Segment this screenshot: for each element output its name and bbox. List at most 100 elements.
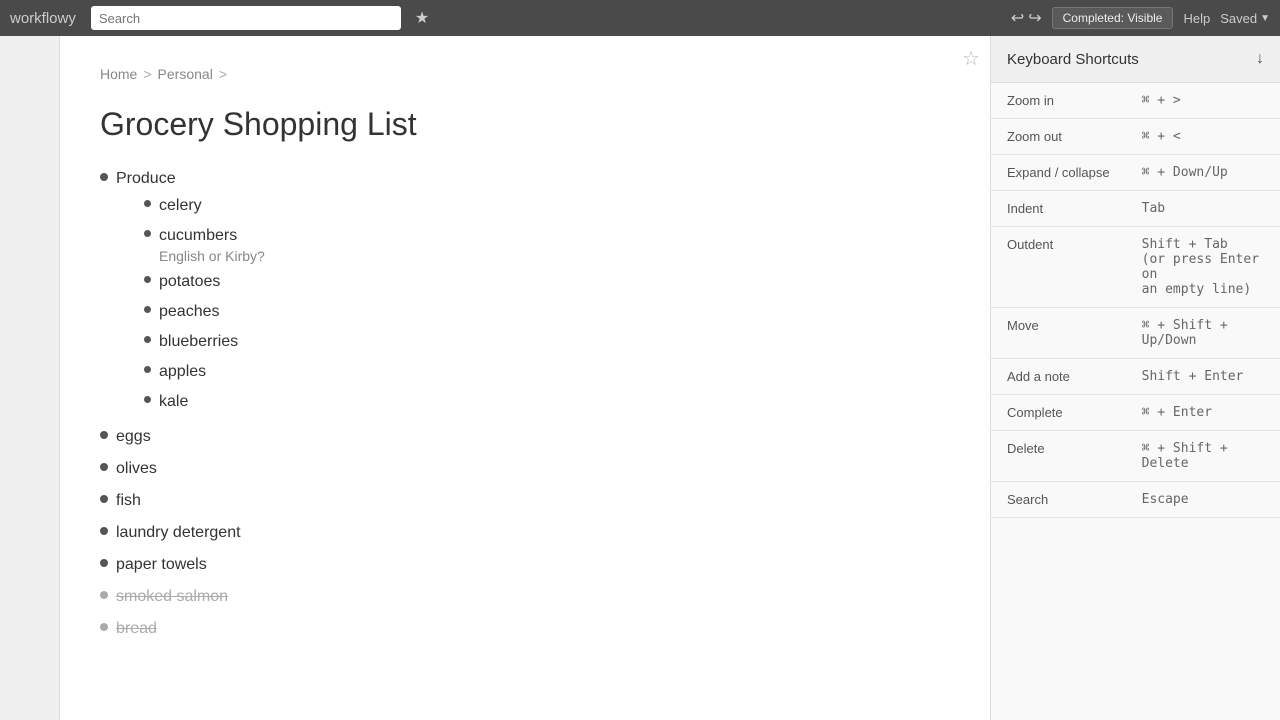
list-item-laundry-detergent: laundry detergent <box>100 517 950 549</box>
breadcrumb-personal[interactable]: Personal <box>158 66 213 82</box>
bullet-icon <box>100 495 108 503</box>
shortcut-row: Add a noteShift + Enter <box>991 359 1280 395</box>
shortcut-action: Move <box>991 308 1126 359</box>
breadcrumb-sep2: > <box>219 66 227 82</box>
shortcut-key: ⌘ + < <box>1126 119 1280 155</box>
shortcut-key: ⌘ + Shift + Delete <box>1126 431 1280 482</box>
shortcut-action: Add a note <box>991 359 1126 395</box>
shortcut-key: Escape <box>1126 482 1280 518</box>
shortcut-key: Shift + Tab (or press Enter on an empty … <box>1126 227 1280 308</box>
list-item-apples: apples <box>144 357 265 387</box>
saved-label: Saved <box>1220 11 1257 26</box>
search-input[interactable] <box>99 11 393 26</box>
list-item-blueberries: blueberries <box>144 327 265 357</box>
list-item-paper-towels: paper towels <box>100 549 950 581</box>
item-text-kale[interactable]: kale <box>159 390 188 414</box>
bullet-icon <box>100 591 108 599</box>
list-item-olives: olives <box>100 453 950 485</box>
list-item-cucumbers: cucumbers English or Kirby? <box>144 221 265 267</box>
bullet-icon <box>100 559 108 567</box>
item-text-potatoes[interactable]: potatoes <box>159 270 220 294</box>
shortcut-row: OutdentShift + Tab (or press Enter on an… <box>991 227 1280 308</box>
bullet-icon <box>100 623 108 631</box>
saved-dropdown-arrow: ▼ <box>1260 13 1270 24</box>
list-item-smoked-salmon: smoked salmon <box>100 581 950 613</box>
shortcuts-collapse-icon[interactable]: ↓ <box>1256 50 1264 68</box>
shortcut-row: IndentTab <box>991 191 1280 227</box>
list-item-kale: kale <box>144 387 265 417</box>
item-text-peaches[interactable]: peaches <box>159 300 220 324</box>
saved-button[interactable]: Saved ▼ <box>1220 11 1270 26</box>
list-item-bread: bread <box>100 613 950 645</box>
list-item-fish: fish <box>100 485 950 517</box>
bullet-icon <box>100 173 108 181</box>
shortcut-row: SearchEscape <box>991 482 1280 518</box>
shortcut-key: ⌘ + > <box>1126 83 1280 119</box>
shortcut-action: Outdent <box>991 227 1126 308</box>
bullet-icon <box>100 431 108 439</box>
item-text-laundry-detergent[interactable]: laundry detergent <box>116 521 241 545</box>
shortcut-action: Indent <box>991 191 1126 227</box>
shortcut-key: ⌘ + Down/Up <box>1126 155 1280 191</box>
list-item-celery: celery <box>144 191 265 221</box>
bullet-icon <box>144 276 151 283</box>
help-button[interactable]: Help <box>1183 11 1210 26</box>
left-sidebar <box>0 36 60 720</box>
shortcut-row: Move⌘ + Shift + Up/Down <box>991 308 1280 359</box>
shortcut-action: Delete <box>991 431 1126 482</box>
page-star-icon[interactable]: ☆ <box>962 46 980 71</box>
item-text-apples[interactable]: apples <box>159 360 206 384</box>
app-logo: workflowy <box>10 10 76 27</box>
item-text-produce[interactable]: Produce <box>116 170 176 187</box>
item-text-eggs[interactable]: eggs <box>116 425 151 449</box>
breadcrumb-sep1: > <box>143 66 151 82</box>
bullet-icon <box>144 230 151 237</box>
undo-button[interactable]: ↩ <box>1011 8 1024 28</box>
breadcrumb-home[interactable]: Home <box>100 66 137 82</box>
breadcrumb: Home > Personal > <box>100 66 950 82</box>
item-content-cucumbers: cucumbers English or Kirby? <box>159 224 265 264</box>
item-text-cucumbers[interactable]: cucumbers <box>159 227 237 244</box>
shortcut-key: Tab <box>1126 191 1280 227</box>
bullet-icon <box>144 200 151 207</box>
completed-visible-button[interactable]: Completed: Visible <box>1052 7 1174 29</box>
list-item-produce: Produce celery cucumbers English or Kirb… <box>100 163 950 421</box>
shortcut-row: Delete⌘ + Shift + Delete <box>991 431 1280 482</box>
shortcuts-panel: Keyboard Shortcuts ↓ Zoom in⌘ + >Zoom ou… <box>990 36 1280 720</box>
main-content: ☆ Home > Personal > Grocery Shopping Lis… <box>60 36 990 720</box>
bullet-icon <box>144 366 151 373</box>
grocery-list: Produce celery cucumbers English or Kirb… <box>100 163 950 645</box>
list-item-eggs: eggs <box>100 421 950 453</box>
shortcut-row: Complete⌘ + Enter <box>991 395 1280 431</box>
nested-list-produce: celery cucumbers English or Kirby? potat… <box>116 191 265 417</box>
item-text-bread[interactable]: bread <box>116 617 157 641</box>
item-text-blueberries[interactable]: blueberries <box>159 330 238 354</box>
bullet-icon <box>100 463 108 471</box>
list-item-peaches: peaches <box>144 297 265 327</box>
page-wrapper: ☆ Home > Personal > Grocery Shopping Lis… <box>0 36 1280 720</box>
redo-button[interactable]: ↪ <box>1028 8 1041 28</box>
favorite-button[interactable]: ★ <box>415 8 429 28</box>
shortcut-key: ⌘ + Shift + Up/Down <box>1126 308 1280 359</box>
shortcut-key: ⌘ + Enter <box>1126 395 1280 431</box>
page-title: Grocery Shopping List <box>100 106 950 143</box>
item-text-celery[interactable]: celery <box>159 194 202 218</box>
shortcut-action: Complete <box>991 395 1126 431</box>
shortcut-action: Expand / collapse <box>991 155 1126 191</box>
shortcuts-header: Keyboard Shortcuts ↓ <box>991 36 1280 83</box>
item-text-fish[interactable]: fish <box>116 489 141 513</box>
item-content: Produce celery cucumbers English or Kirb… <box>116 167 265 417</box>
bullet-icon <box>144 336 151 343</box>
shortcut-action: Search <box>991 482 1126 518</box>
shortcut-row: Zoom in⌘ + > <box>991 83 1280 119</box>
bullet-icon <box>100 527 108 535</box>
undo-redo-group: ↩ ↪ <box>1011 8 1042 28</box>
item-text-olives[interactable]: olives <box>116 457 157 481</box>
list-item-potatoes: potatoes <box>144 267 265 297</box>
shortcut-row: Expand / collapse⌘ + Down/Up <box>991 155 1280 191</box>
item-note-cucumbers: English or Kirby? <box>159 248 265 264</box>
shortcuts-table: Zoom in⌘ + >Zoom out⌘ + <Expand / collap… <box>991 83 1280 518</box>
item-text-paper-towels[interactable]: paper towels <box>116 553 207 577</box>
item-text-smoked-salmon[interactable]: smoked salmon <box>116 585 228 609</box>
search-wrapper <box>91 6 401 30</box>
